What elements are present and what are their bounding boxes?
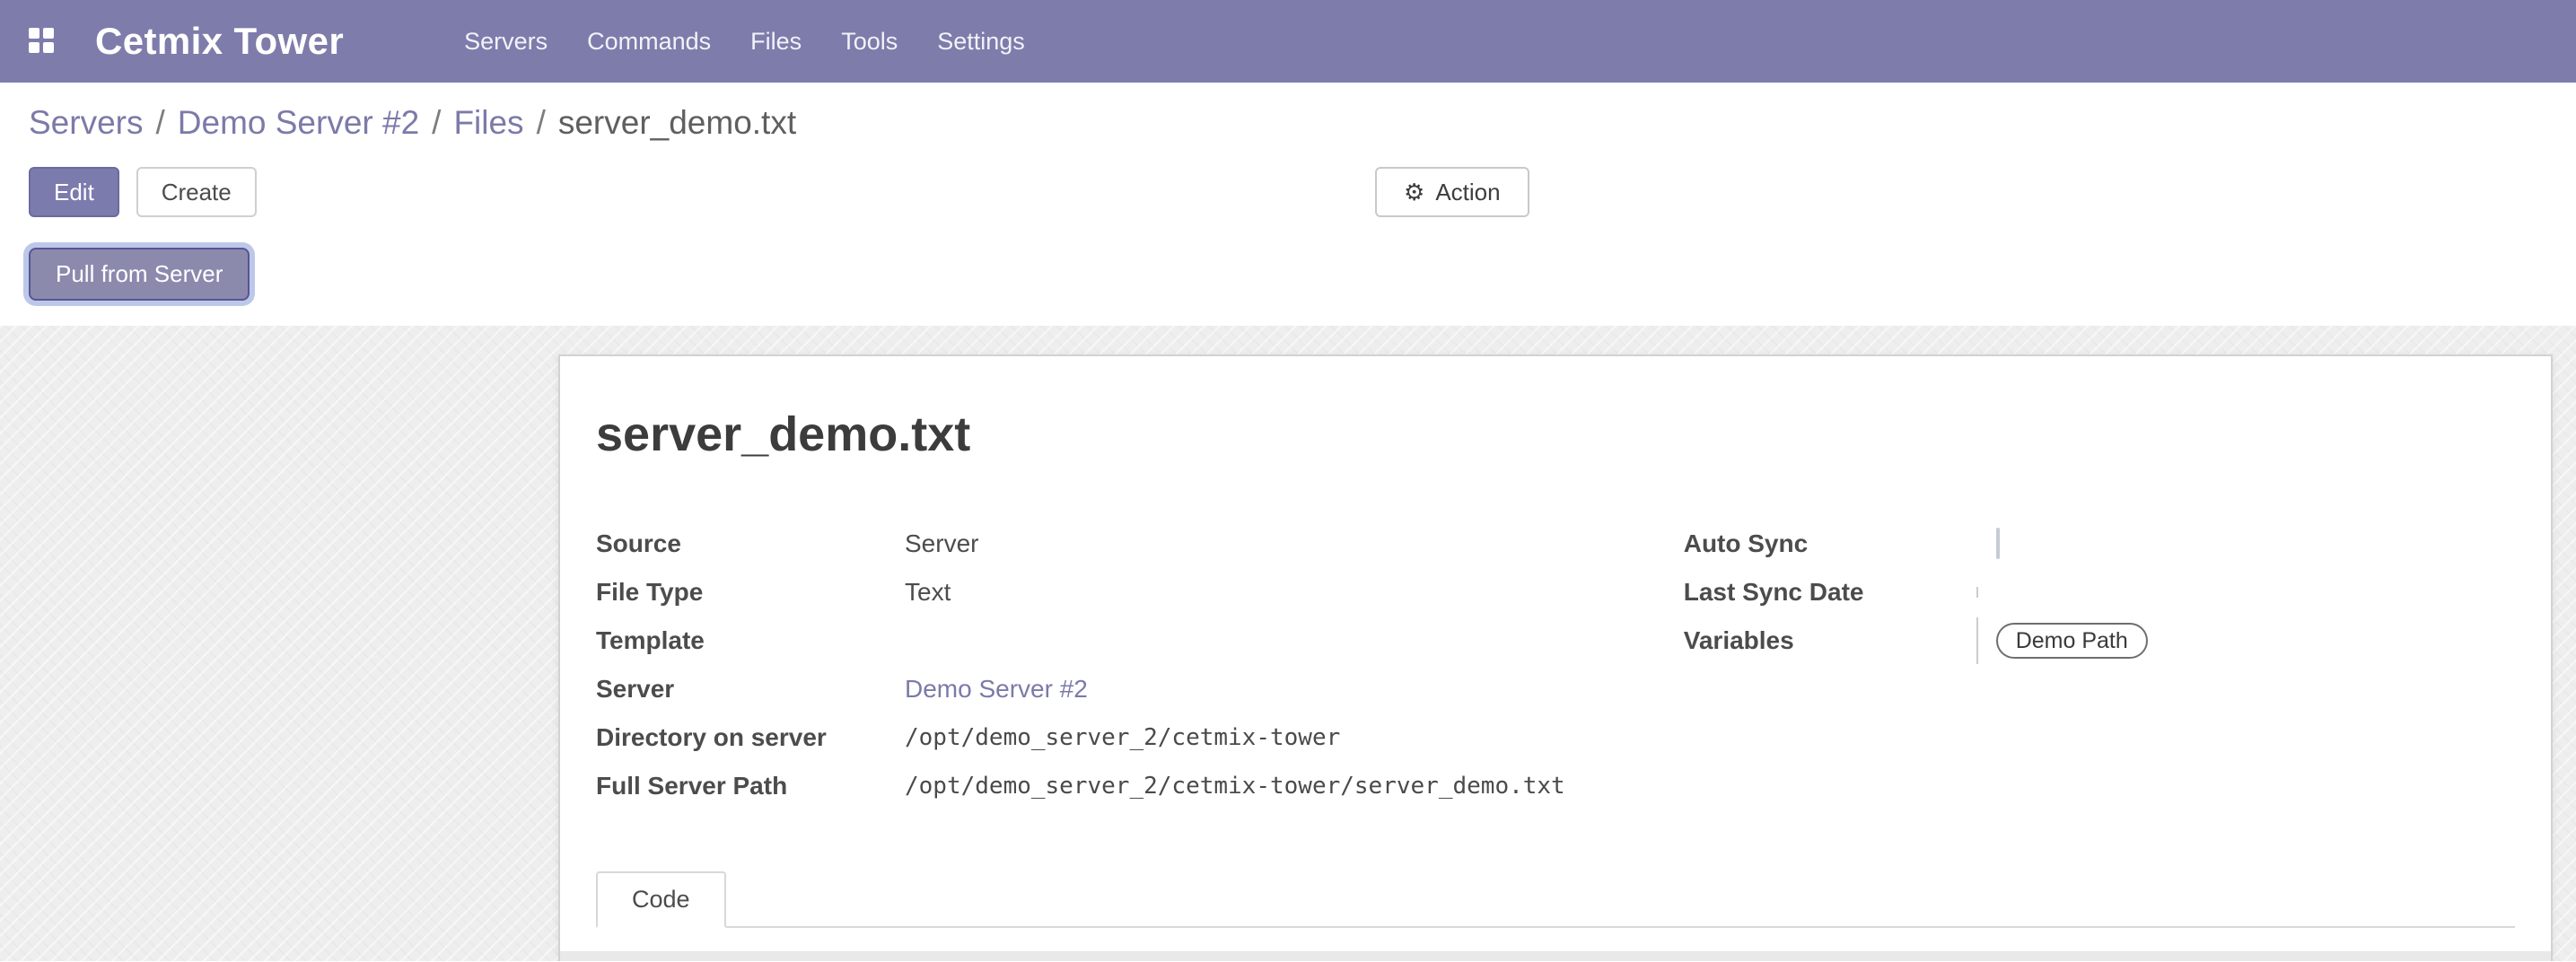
content-area: server_demo.txt Source Server File Type … [0,326,2576,961]
tab-code[interactable]: Code [596,871,726,928]
form-toolbar: Edit Create ⚙ Action [29,167,2547,217]
top-navbar: Cetmix Tower Servers Commands Files Tool… [0,0,2576,83]
field-value: Demo Path [1996,623,2148,659]
action-button-label: Action [1435,178,1500,206]
form-sheet: server_demo.txt Source Server File Type … [558,354,2553,961]
smart-button-box: Pull from Server [29,248,2547,301]
control-panel: Servers/Demo Server #2/Files/server_demo… [0,83,2576,301]
apps-grid-square [43,28,54,39]
main-menu: Servers Commands Files Tools Settings [444,17,1045,66]
breadcrumb-link-demo-server-2[interactable]: Demo Server #2 [178,104,419,141]
apps-grid-icon[interactable] [29,28,56,55]
field-label: Full Server Path [596,772,905,800]
action-button[interactable]: ⚙ Action [1375,167,1529,217]
field-row-server: Server Demo Server #2 [596,665,1565,713]
nav-item-commands[interactable]: Commands [567,17,731,66]
field-value: Server [905,529,978,558]
pull-from-server-button[interactable]: Pull from Server [29,248,250,301]
field-label: File Type [596,578,905,607]
apps-grid-square [29,42,39,53]
breadcrumb: Servers/Demo Server #2/Files/server_demo… [0,83,2576,142]
field-row-variables: Variables Demo Path [1684,617,2515,665]
code-editor-area[interactable] [560,951,2551,961]
field-label: Directory on server [596,723,905,752]
nav-item-files[interactable]: Files [731,17,821,66]
edit-button[interactable]: Edit [29,167,119,217]
breadcrumb-link-servers[interactable]: Servers [29,104,143,141]
app-window: Cetmix Tower Servers Commands Files Tool… [0,0,2576,962]
field-row-template: Template [596,617,1565,665]
nav-item-servers[interactable]: Servers [444,17,567,66]
field-groups: Source Server File Type Text Template Se… [596,520,2515,810]
field-value: /opt/demo_server_2/cetmix-tower [905,724,1340,751]
nav-item-tools[interactable]: Tools [821,17,917,66]
gear-icon: ⚙ [1404,180,1424,204]
field-row-source: Source Server [596,520,1565,568]
field-label: Last Sync Date [1684,578,1996,607]
field-row-auto-sync: Auto Sync [1684,520,2515,568]
breadcrumb-link-files[interactable]: Files [453,104,523,141]
field-label: Source [596,529,905,558]
field-label: Server [596,675,905,704]
apps-grid-square [43,42,54,53]
breadcrumb-separator: / [419,104,453,141]
apps-grid-square [29,28,39,39]
auto-sync-checkbox[interactable] [1996,528,2000,559]
field-label: Template [596,626,905,655]
brand-title[interactable]: Cetmix Tower [95,20,344,63]
nav-item-settings[interactable]: Settings [917,17,1045,66]
field-value: Demo Server #2 [905,675,1088,704]
field-value: /opt/demo_server_2/cetmix-tower/server_d… [905,773,1565,800]
create-button[interactable]: Create [136,167,257,217]
field-group-right: Auto Sync Last Sync Date Variables Demo … [1565,520,2515,810]
field-group-left: Source Server File Type Text Template Se… [596,520,1565,810]
field-value [1996,529,2000,558]
field-value: Text [905,578,951,607]
field-label: Auto Sync [1684,529,1996,558]
breadcrumb-separator: / [524,104,558,141]
page-title: server_demo.txt [596,407,2515,462]
variables-tag: Demo Path [1996,623,2148,659]
notebook-tabs: Code [596,871,2515,928]
breadcrumb-separator: / [143,104,177,141]
field-row-directory-on-server: Directory on server /opt/demo_server_2/c… [596,713,1565,762]
server-record-link[interactable]: Demo Server #2 [905,675,1088,703]
breadcrumb-current: server_demo.txt [558,104,796,141]
field-row-last-sync-date: Last Sync Date [1684,568,2515,617]
field-row-full-server-path: Full Server Path /opt/demo_server_2/cetm… [596,762,1565,810]
field-label: Variables [1684,626,1996,655]
field-row-file-type: File Type Text [596,568,1565,617]
